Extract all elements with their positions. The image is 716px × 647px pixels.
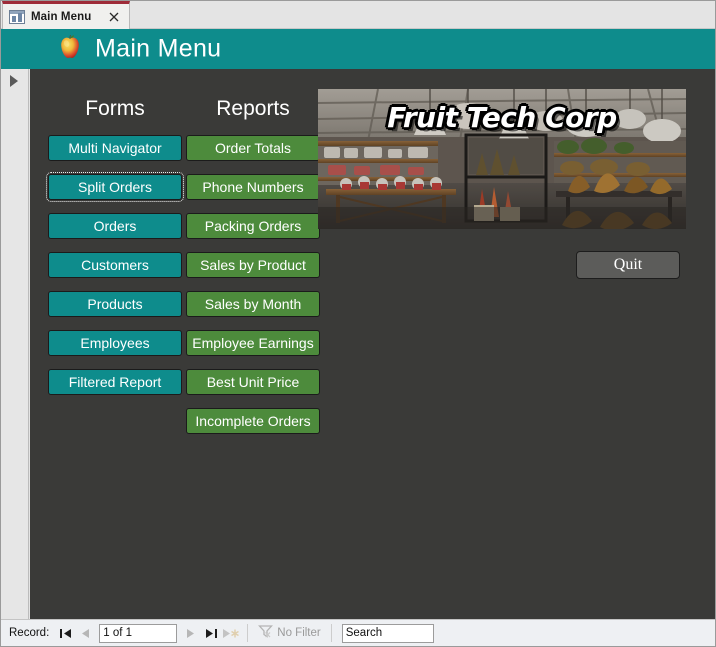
quit-button[interactable]: Quit: [576, 251, 680, 279]
apple-icon: [53, 32, 87, 66]
navigation-pane-collapsed[interactable]: [1, 69, 29, 619]
reports-button-sales-by-month[interactable]: Sales by Month: [186, 291, 320, 317]
document-tab-strip: Main Menu: [1, 1, 715, 29]
reports-button-packing-orders[interactable]: Packing Orders: [186, 213, 320, 239]
reports-button-best-unit-price[interactable]: Best Unit Price: [186, 369, 320, 395]
forms-button-orders[interactable]: Orders: [48, 213, 182, 239]
forms-button-multi-navigator[interactable]: Multi Navigator: [48, 135, 182, 161]
forms-button-employees[interactable]: Employees: [48, 330, 182, 356]
page-title: Main Menu: [95, 34, 222, 63]
forms-button-filtered-report[interactable]: Filtered Report: [48, 369, 182, 395]
record-number-input[interactable]: [99, 623, 178, 643]
close-icon[interactable]: [107, 10, 121, 24]
filter-funnel-icon: [258, 624, 274, 643]
first-record-icon[interactable]: [55, 624, 75, 643]
reports-button-incomplete-orders[interactable]: Incomplete Orders: [186, 408, 320, 434]
chevron-right-icon[interactable]: [10, 75, 18, 87]
banner-image: Fruit Tech Corp: [318, 89, 686, 229]
reports-button-sales-by-product[interactable]: Sales by Product: [186, 252, 320, 278]
previous-record-icon[interactable]: [75, 624, 95, 643]
access-application-window: Main Menu Main Menu Forms Reports Multi …: [0, 0, 716, 647]
form-canvas: Forms Reports Multi Navigator Split Orde…: [30, 69, 715, 619]
filter-toggle[interactable]: No Filter: [254, 624, 324, 643]
reports-column-heading: Reports: [216, 97, 290, 120]
form-window-icon: [9, 9, 25, 24]
last-record-icon[interactable]: [201, 624, 221, 643]
forms-button-customers[interactable]: Customers: [48, 252, 182, 278]
search-input[interactable]: [341, 623, 434, 643]
form-header-band: Main Menu: [1, 29, 715, 69]
document-tab-label: Main Menu: [31, 10, 92, 23]
document-tab-main-menu[interactable]: Main Menu: [2, 1, 130, 29]
filter-status-label: No Filter: [277, 627, 321, 639]
reports-button-employee-earnings[interactable]: Employee Earnings: [186, 330, 320, 356]
new-record-icon[interactable]: [221, 624, 241, 643]
reports-button-order-totals[interactable]: Order Totals: [186, 135, 320, 161]
forms-button-products[interactable]: Products: [48, 291, 182, 317]
reports-button-phone-numbers[interactable]: Phone Numbers: [186, 174, 320, 200]
forms-button-split-orders[interactable]: Split Orders: [46, 172, 184, 202]
forms-column-heading: Forms: [85, 97, 145, 120]
record-label: Record:: [9, 627, 50, 639]
next-record-icon[interactable]: [181, 624, 201, 643]
record-navigator-status-bar: Record: 1 of 1 No Filter Search: [1, 619, 715, 646]
status-separator: [247, 624, 249, 642]
status-separator-2: [330, 624, 332, 642]
